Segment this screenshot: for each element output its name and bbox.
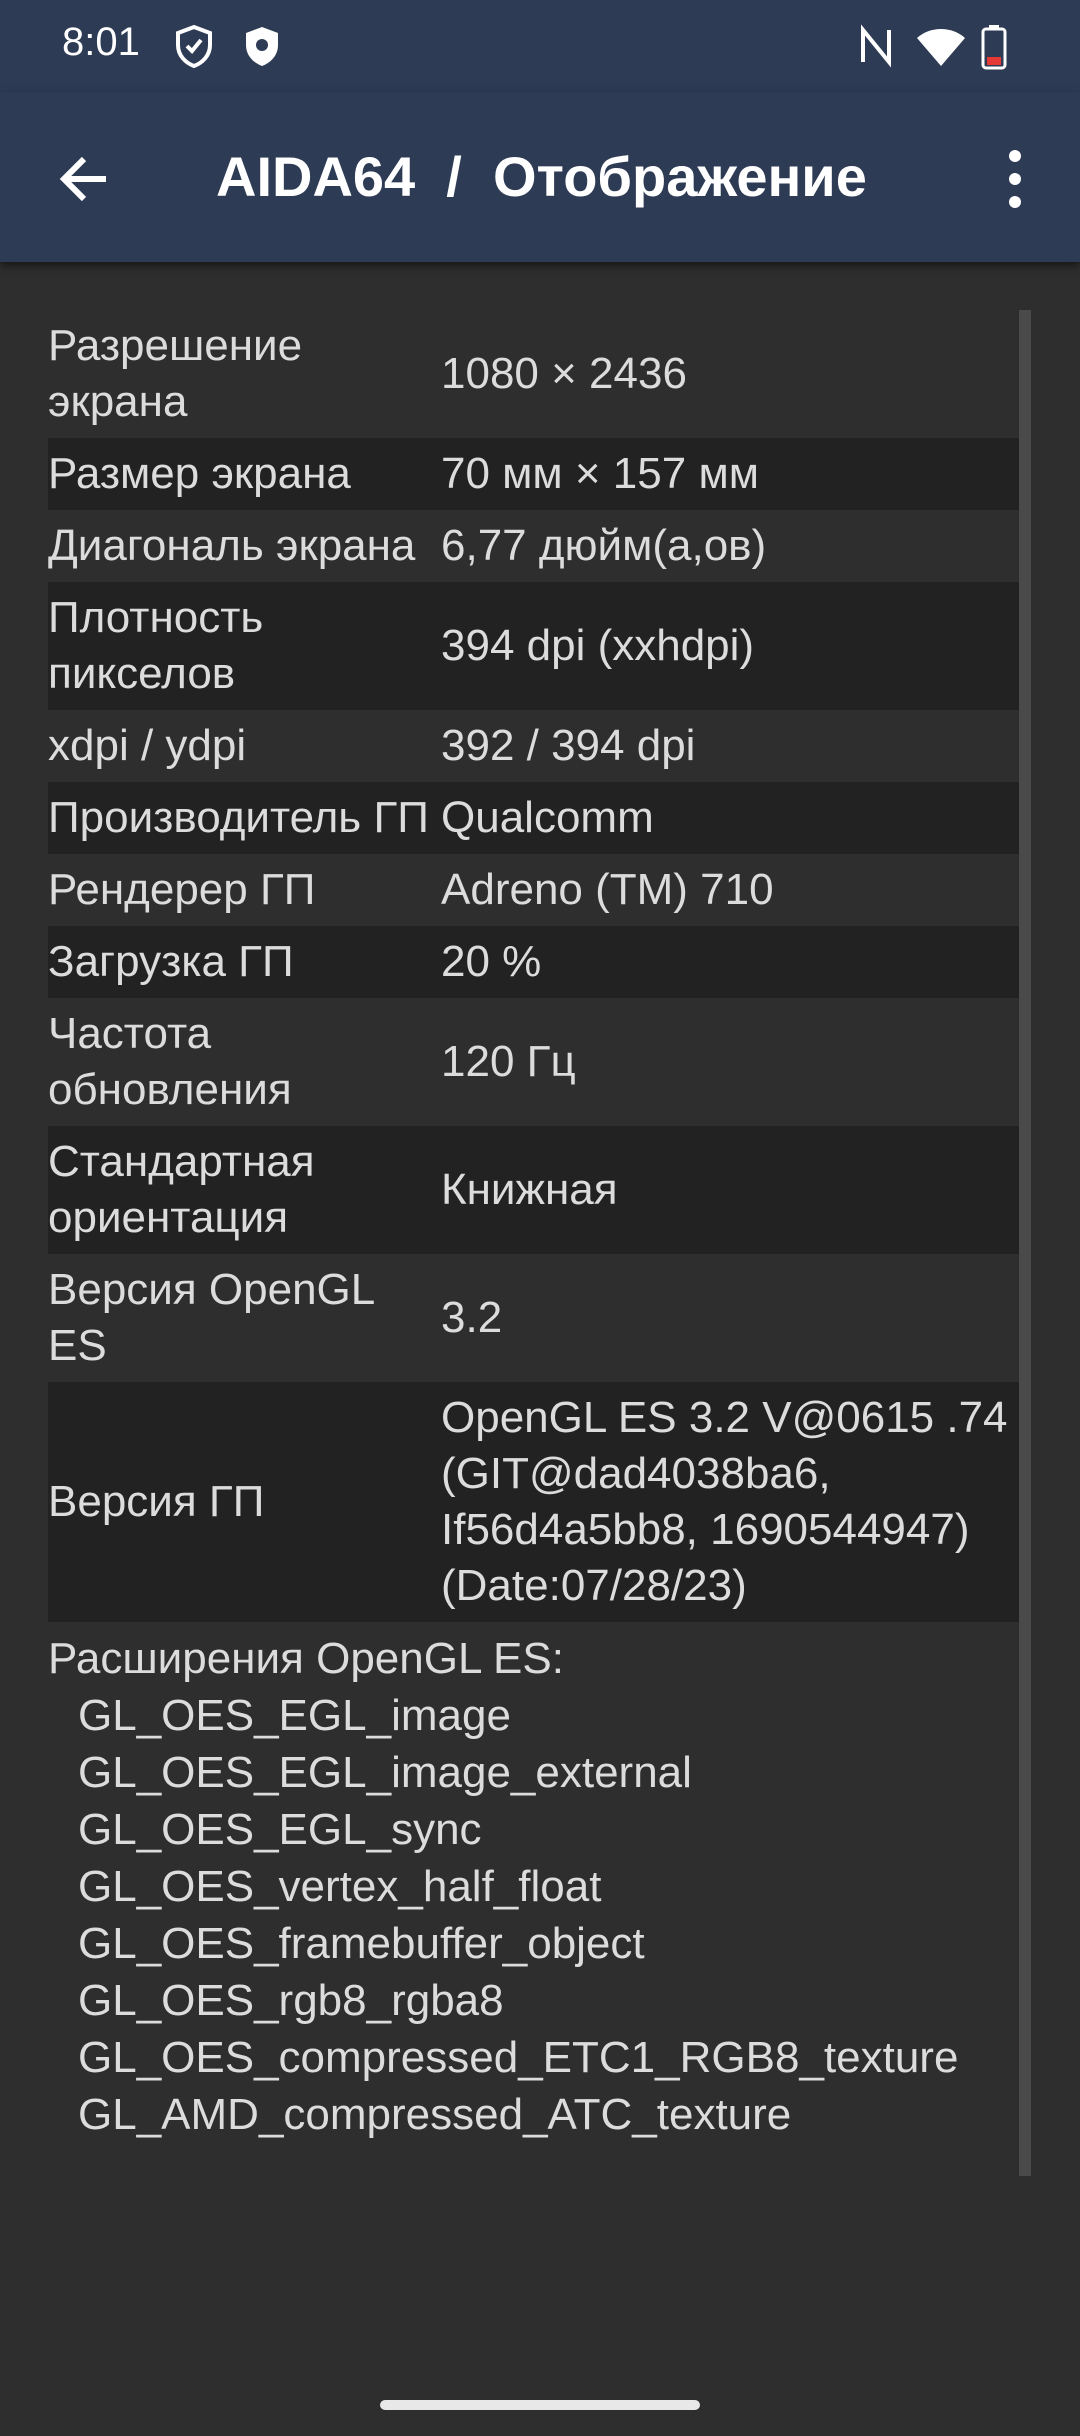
info-row-refresh-rate: Частота обновления 120 Гц <box>48 998 1028 1126</box>
row-label: Рендерер ГП <box>48 865 316 914</box>
row-value: Qualcomm <box>441 793 654 842</box>
row-label: Диагональ экрана <box>48 521 416 570</box>
arrow-left-icon <box>59 156 106 202</box>
extension-item: GL_OES_EGL_sync <box>78 1805 482 1854</box>
display-info-list[interactable]: Разрешение экрана 1080 × 2436 Размер экр… <box>48 310 1028 2320</box>
row-label: Частота обновления <box>48 1009 292 1114</box>
extension-item: GL_OES_rgb8_rgba8 <box>78 1976 504 2025</box>
info-row-resolution: Разрешение экрана 1080 × 2436 <box>48 310 1028 438</box>
row-value: OpenGL ES 3.2 V@0615 .74 (GIT@dad4038ba6… <box>441 1393 1008 1610</box>
extensions-header: Расширения OpenGL ES: <box>48 1634 564 1683</box>
info-row-diagonal: Диагональ экрана 6,77 дюйм(а,ов) <box>48 510 1028 582</box>
extension-item: GL_OES_vertex_half_float <box>78 1862 602 1911</box>
overflow-menu-button[interactable] <box>1000 144 1030 214</box>
info-row-orientation: Стандартная ориентация Книжная <box>48 1126 1028 1254</box>
row-value: 392 / 394 dpi <box>441 721 696 770</box>
extension-item: GL_OES_compressed_ETC1_RGB8_texture <box>78 2033 959 2082</box>
battery-icon <box>980 24 1008 75</box>
info-row-screen-size: Размер экрана 70 мм × 157 мм <box>48 438 1028 510</box>
row-label: Версия OpenGL ES <box>48 1265 374 1370</box>
row-value: 6,77 дюйм(а,ов) <box>441 521 767 570</box>
row-value: 120 Гц <box>441 1037 576 1086</box>
app-bar: AIDA64 / Отображение <box>0 92 1080 262</box>
shield-outline-icon <box>174 24 214 73</box>
row-label: xdpi / ydpi <box>48 721 247 770</box>
back-button[interactable] <box>50 144 120 214</box>
page-title: AIDA64 / Отображение <box>216 145 867 208</box>
more-vertical-icon <box>1009 150 1021 208</box>
row-label: Стандартная ориентация <box>48 1137 315 1242</box>
row-value: Adreno (TM) 710 <box>441 865 774 914</box>
row-value: 1080 × 2436 <box>441 349 687 398</box>
row-label: Размер экрана <box>48 449 351 498</box>
row-label: Разрешение экрана <box>48 321 303 426</box>
row-label: Загрузка ГП <box>48 937 294 986</box>
status-time: 8:01 <box>62 20 140 64</box>
home-indicator[interactable] <box>380 2400 700 2410</box>
extension-item: GL_OES_EGL_image <box>78 1691 511 1740</box>
extension-item: GL_OES_framebuffer_object <box>78 1919 645 1968</box>
extension-item: GL_OES_EGL_image_external <box>78 1748 692 1797</box>
row-label: Плотность пикселов <box>48 593 264 698</box>
nfc-icon <box>858 24 894 73</box>
status-bar: 8:01 <box>0 0 1080 92</box>
row-value: 20 % <box>441 937 542 986</box>
info-row-xdpi-ydpi: xdpi / ydpi 392 / 394 dpi <box>48 710 1028 782</box>
wifi-icon <box>915 24 967 73</box>
extension-item: GL_AMD_compressed_ATC_texture <box>78 2090 792 2139</box>
row-value: 394 dpi (xxhdpi) <box>441 621 755 670</box>
row-label: Производитель ГП <box>48 793 429 842</box>
row-value: 3.2 <box>441 1293 503 1342</box>
info-row-gpu-version: Версия ГП OpenGL ES 3.2 V@0615 .74 (GIT@… <box>48 1382 1028 1622</box>
info-row-pixel-density: Плотность пикселов 394 dpi (xxhdpi) <box>48 582 1028 710</box>
extensions-list: GL_OES_EGL_image GL_OES_EGL_image_extern… <box>48 1687 1028 2143</box>
scrollbar[interactable] <box>1019 310 1031 2176</box>
info-row-opengl-version: Версия OpenGL ES 3.2 <box>48 1254 1028 1382</box>
shield-icon <box>242 24 282 73</box>
row-value: 70 мм × 157 мм <box>441 449 759 498</box>
info-row-gpu-vendor: Производитель ГП Qualcomm <box>48 782 1028 854</box>
row-label: Версия ГП <box>48 1477 265 1526</box>
row-value: Книжная <box>441 1165 618 1214</box>
info-row-gpu-load: Загрузка ГП 20 % <box>48 926 1028 998</box>
info-row-gpu-renderer: Рендерер ГП Adreno (TM) 710 <box>48 854 1028 926</box>
